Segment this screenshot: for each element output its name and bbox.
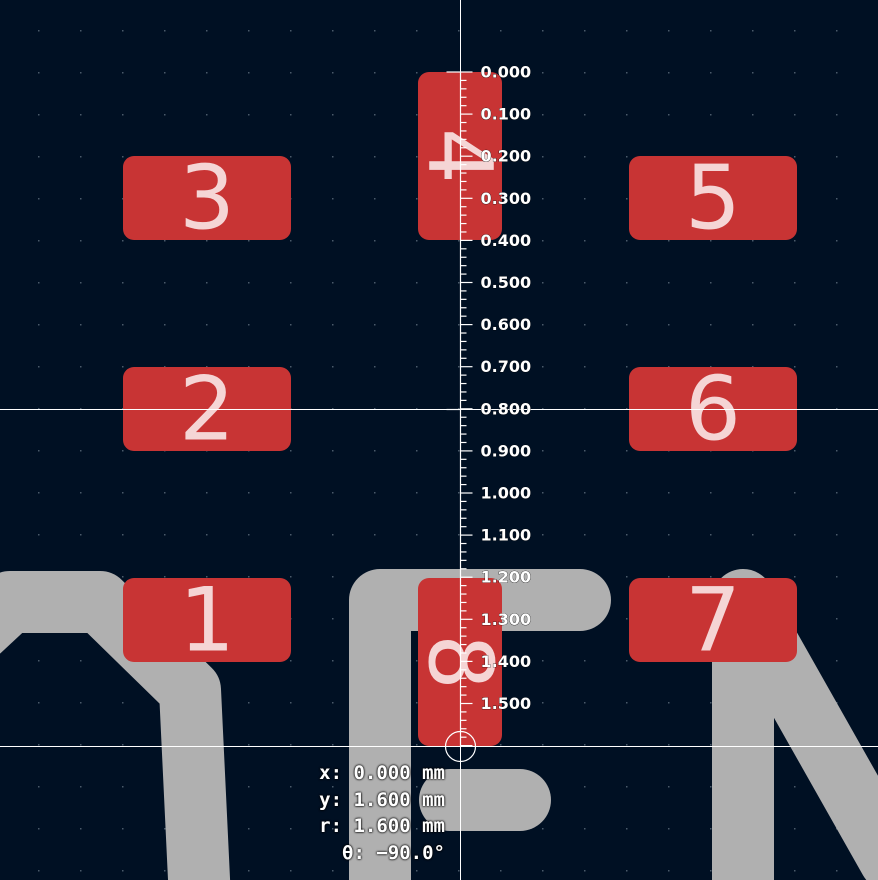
ruler-tick-label: 1.500 xyxy=(481,694,532,713)
measure-readout: x: 0.000 mm y: 1.600 mm r: 1.600 mm θ: −… xyxy=(300,760,445,867)
pcb-canvas[interactable]: 12345678 0.0000.1000.2000.3000.4000.5000… xyxy=(0,0,878,880)
ruler-tick-label: 0.400 xyxy=(481,231,532,250)
ruler-tick-label: 0.300 xyxy=(481,189,532,208)
pad-7[interactable]: 7 xyxy=(629,569,797,672)
pad-3-number: 3 xyxy=(179,147,235,250)
pad-3[interactable]: 3 xyxy=(123,147,291,250)
pad-5[interactable]: 5 xyxy=(629,147,797,250)
ruler-tick-label: 0.000 xyxy=(481,63,532,82)
ruler-tick-label: 0.100 xyxy=(481,105,532,124)
readout-r: r: 1.600 mm xyxy=(319,815,445,838)
pad-5-number: 5 xyxy=(685,147,741,250)
ruler-tick-label: 1.400 xyxy=(481,652,532,671)
ruler-tick-label: 0.600 xyxy=(481,315,532,334)
readout-y: y: 1.600 mm xyxy=(319,788,445,811)
pad-1[interactable]: 1 xyxy=(123,569,291,672)
ruler-tick-label: 1.200 xyxy=(481,568,532,587)
ruler-tick-label: 1.100 xyxy=(481,526,532,545)
ruler-tick-label: 1.000 xyxy=(481,484,532,503)
pad-7-number: 7 xyxy=(685,569,741,672)
ruler-tick-label: 0.200 xyxy=(481,147,532,166)
ruler-tick-label: 0.500 xyxy=(481,273,532,292)
readout-x: x: 0.000 mm xyxy=(319,762,445,784)
pad-1-number: 1 xyxy=(179,569,235,672)
ruler-tick-label: 0.800 xyxy=(481,399,532,418)
ruler-tick-label: 0.700 xyxy=(481,357,532,376)
readout-theta: θ: −90.0° xyxy=(342,842,445,865)
ruler-tick-label: 0.900 xyxy=(481,441,532,460)
ruler-tick-label: 1.300 xyxy=(481,610,532,629)
